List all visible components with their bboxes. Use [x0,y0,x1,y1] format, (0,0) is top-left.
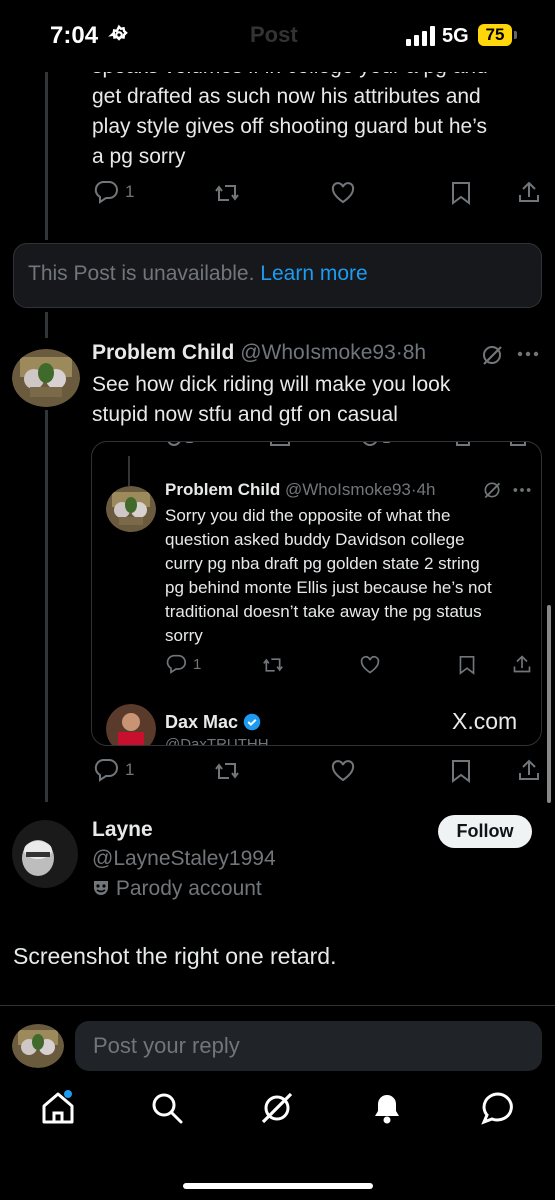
like-count: 1 [382,442,390,447]
unavailable-post-notice: This Post is unavailable. Learn more [13,243,542,308]
reply-post-text: See how dick riding will make you look s… [92,370,450,430]
share-icon[interactable] [517,180,541,204]
repost-icon [270,442,290,446]
bookmark-icon[interactable] [450,181,472,205]
parody-mask-icon [94,881,108,895]
text-line: a pg sorry [92,145,186,168]
quote-author-handle: @WhoIsmoke93 [284,480,411,499]
text-line: pg behind monte Ellis just because he’s … [165,578,492,597]
clipped-like-count: 1 [362,442,391,447]
embedded-author: Dax Mac [165,712,261,733]
repost-icon[interactable] [214,181,240,205]
unavailable-text: This Post is unavailable. [28,262,255,285]
settings-gear-icon [108,24,128,41]
problem-child-avatar-small [106,486,156,532]
text-line: play style gives off shooting guard but … [92,115,487,138]
quote-author-name: Problem Child [165,480,281,499]
notifications-icon[interactable] [367,1088,407,1128]
share-icon [513,655,531,673]
bookmark-icon [456,442,470,446]
text-line: get drafted as such now his attributes a… [92,85,481,108]
reply-icon [166,654,186,674]
text-line: curry pg nba draft pg golden state 2 str… [165,554,480,573]
author-handle[interactable]: @WhoIsmoke93 [240,341,396,364]
reply-button[interactable]: 1 [93,180,134,204]
more-options-icon[interactable] [516,350,540,358]
thread-line [45,60,48,240]
reply-count: 1 [125,760,135,779]
problem-child-avatar[interactable] [12,349,80,407]
text-line: sorry [165,626,203,645]
embedded-author-name: Dax Mac [165,712,239,732]
x-com-watermark: X.com [452,708,518,734]
like-icon [360,655,380,674]
profile-handle[interactable]: @LayneStaley1994 [92,847,276,871]
scrollbar[interactable] [547,605,551,803]
grok-icon [484,482,501,499]
profile-name[interactable]: Layne [92,818,153,842]
repost-icon[interactable] [214,759,240,783]
clipped-reply-count: 1 [167,442,194,447]
reply-bar-divider [0,1005,555,1006]
bookmark-icon [459,656,475,675]
quote-thread-line [128,456,130,486]
like-icon[interactable] [330,181,356,205]
dax-mac-avatar [106,704,156,745]
follow-button[interactable]: Follow [438,815,532,848]
grok-icon[interactable] [480,343,504,367]
author-name[interactable]: Problem Child [92,341,234,364]
learn-more-link[interactable]: Learn more [260,262,367,285]
thread-line [45,410,48,802]
share-icon [510,442,526,446]
battery-nub [514,31,517,39]
reply-post-header: Problem Child @WhoIsmoke93·8h [92,341,426,365]
search-icon[interactable] [147,1088,187,1128]
bookmark-icon[interactable] [450,759,472,783]
thread-line [45,312,48,338]
status-bar: 7:04 Post 5G 75 [0,0,555,72]
more-options-icon [513,488,531,492]
reply-button[interactable]: 1 [93,758,134,782]
text-line: Sorry you did the opposite of what the [165,506,451,525]
parody-label: Parody account [92,877,262,901]
text-line: traditional doesn’t take away the pg sta… [165,602,482,621]
header-title-faded: Post [250,22,298,47]
bottom-tab-bar [0,1088,555,1148]
text-line: See how dick riding will make you look [92,373,451,396]
quote-text: Sorry you did the opposite of what the q… [165,504,492,648]
share-icon[interactable] [517,758,541,782]
like-icon[interactable] [330,759,356,783]
text-line: question asked buddy Davidson college [165,530,465,549]
network-type: 5G [442,25,469,47]
post-time: 8h [402,341,427,364]
reply-input[interactable]: Post your reply [75,1021,542,1071]
reply-count: 1 [185,442,193,447]
quote-time: 4h [416,480,436,499]
grok-icon[interactable] [257,1088,297,1128]
my-avatar[interactable] [12,1024,64,1068]
messages-icon[interactable] [478,1088,518,1128]
status-time: 7:04 [50,22,99,49]
verified-badge-icon [243,713,261,731]
separator: · [395,341,403,364]
home-icon[interactable] [38,1088,78,1128]
parody-label-text: Parody account [115,877,262,900]
quote-header: Problem Child @WhoIsmoke93·4h [165,480,435,500]
main-post-text: Screenshot the right one retard. [13,943,337,969]
text-line: stupid now stfu and gtf on casual [92,403,398,426]
reply-icon [94,759,118,782]
like-icon [362,442,378,447]
reply-count: 1 [193,655,202,673]
quote-reply-action: 1 [165,654,201,674]
reply-icon [167,442,181,447]
repost-icon [263,658,283,672]
battery-indicator: 75 [478,24,512,46]
cellular-signal-icon [406,26,435,46]
reply-count: 1 [125,182,135,201]
quoted-screenshot-card[interactable]: 1 1 Problem Child @WhoIsmoke93·4h Sorry … [91,441,542,746]
reply-icon [94,181,118,204]
layne-avatar[interactable] [12,820,78,888]
embedded-handle: @DaxTRUTHH [165,736,269,746]
home-indicator [183,1183,373,1189]
